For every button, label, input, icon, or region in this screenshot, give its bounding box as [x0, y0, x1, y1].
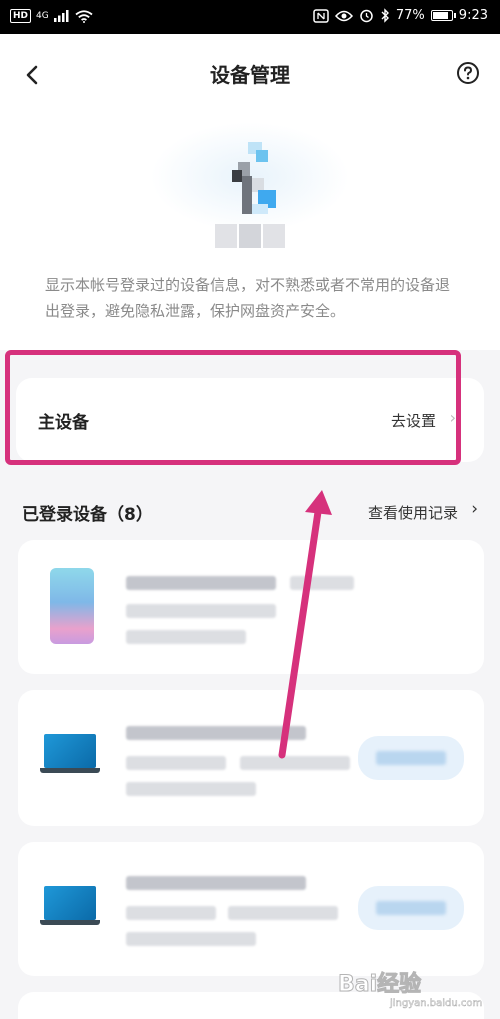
device-action-button[interactable]: [358, 736, 464, 780]
page-title: 设备管理: [210, 63, 290, 87]
navigation-bar: 设备管理: [0, 34, 500, 114]
device-info-blurred: [126, 604, 276, 618]
status-bar: HD 4G 77% 9:23: [0, 0, 500, 34]
battery-percent: 77%: [395, 8, 425, 23]
signal-icon: [53, 10, 69, 22]
logged-in-devices-title: 已登录设备（8）: [22, 505, 153, 525]
user-name-blurred: [215, 224, 285, 248]
annotation-highlight-box: [5, 350, 461, 465]
laptop-icon: [40, 886, 100, 925]
wifi-icon: [75, 9, 93, 23]
hd-badge: HD: [10, 9, 32, 23]
bluetooth-icon: [381, 8, 389, 23]
avatar: [228, 140, 288, 220]
watermark-brand: Bai经验: [337, 972, 422, 998]
device-time-blurred: [126, 630, 246, 644]
device-time-blurred: [126, 932, 256, 946]
device-action-button[interactable]: [358, 886, 464, 930]
device-info-blurred: [126, 906, 216, 920]
laptop-icon: [40, 734, 100, 773]
header-area: 设备管理 显示本帐号登录过的设备信息，对不熟悉或者不常用的设备退出登录，避免隐私…: [0, 34, 500, 350]
description-text: 显示本帐号登录过的设备信息，对不熟悉或者不常用的设备退出登录，避免隐私泄露，保护…: [45, 276, 451, 320]
nfc-icon: [313, 8, 329, 23]
clock: 9:23: [458, 8, 488, 23]
chevron-right-icon: ›: [471, 499, 478, 519]
device-location-blurred: [240, 756, 350, 770]
device-card[interactable]: [18, 690, 484, 826]
question-circle-icon: [457, 62, 479, 84]
eye-icon: [334, 10, 353, 21]
network-label: 4G: [36, 11, 49, 21]
help-button[interactable]: [456, 61, 480, 85]
usage-records-link[interactable]: 查看使用记录: [368, 502, 458, 523]
watermark-logo: Bai经验 jingyan.baidu.com: [337, 962, 488, 1016]
device-tag-blurred: [290, 576, 354, 590]
device-name-blurred: [126, 576, 276, 590]
device-time-blurred: [126, 782, 256, 796]
device-name-blurred: [126, 876, 306, 890]
alarm-icon: [360, 9, 373, 23]
device-location-blurred: [228, 906, 338, 920]
device-card[interactable]: [18, 842, 484, 976]
battery-icon: [430, 10, 456, 21]
phone-icon: [50, 568, 94, 644]
device-name-blurred: [126, 726, 306, 740]
device-info-blurred: [126, 756, 226, 770]
watermark-url: jingyan.baidu.com: [390, 998, 483, 1010]
device-card[interactable]: [18, 540, 484, 674]
